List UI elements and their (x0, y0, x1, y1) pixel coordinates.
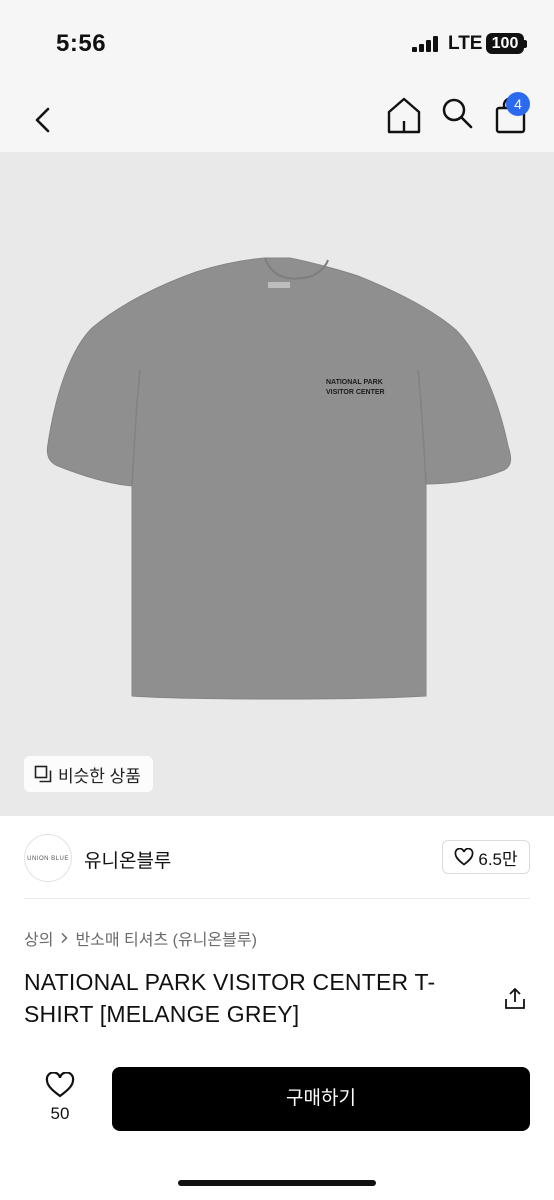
similar-products-button[interactable]: 비슷한 상품 (24, 756, 153, 792)
nav-bar: 4 (0, 88, 554, 152)
share-icon[interactable] (504, 986, 526, 1010)
product-title: NATIONAL PARK VISITOR CENTER T-SHIRT [ME… (24, 969, 436, 1027)
chevron-right-icon (61, 932, 69, 944)
brand-row: UNION BLUE 유니온블루 6.5만 (0, 816, 554, 900)
home-indicator (178, 1180, 376, 1186)
heart-icon (454, 848, 474, 866)
breadcrumb: 상의 반소매 티셔츠 (유니온블루) (24, 926, 257, 950)
divider (24, 898, 530, 899)
product-detail-page: 5:56 LTE 100 4 NATIONAL PARK VISITOR CEN… (0, 0, 554, 1200)
copy-icon (34, 765, 52, 783)
tshirt-image: NATIONAL PARK VISITOR CENTER (46, 257, 512, 700)
wishlist-button[interactable]: 50 (40, 1070, 80, 1130)
search-icon[interactable] (440, 96, 474, 132)
battery-cap (524, 40, 527, 48)
network-label: LTE (448, 33, 483, 54)
brand-logo[interactable]: UNION BLUE (24, 834, 72, 882)
product-image[interactable]: NATIONAL PARK VISITOR CENTER 비슷한 상품 (0, 152, 554, 816)
brand-like-button[interactable]: 6.5만 (442, 840, 530, 874)
status-time: 5:56 (56, 30, 107, 57)
home-icon[interactable] (386, 95, 422, 135)
back-icon[interactable] (28, 98, 58, 142)
signal-icon (412, 36, 442, 52)
wishlist-count: 50 (50, 1104, 70, 1123)
breadcrumb-subcategory[interactable]: 반소매 티셔츠 (유니온블루) (75, 926, 256, 950)
shirt-print-line1: NATIONAL PARK (326, 379, 383, 386)
cart-count-badge: 4 (506, 92, 530, 116)
heart-icon (45, 1072, 75, 1098)
brand-like-count: 6.5만 (478, 849, 518, 869)
battery-icon: 100 (486, 33, 524, 54)
breadcrumb-category[interactable]: 상의 (24, 926, 53, 950)
buy-button[interactable]: 구매하기 (112, 1067, 530, 1131)
shirt-print-line2: VISITOR CENTER (326, 389, 385, 396)
brand-name[interactable]: 유니온블루 (84, 846, 171, 873)
status-bar: 5:56 LTE 100 (0, 0, 554, 88)
similar-products-label: 비슷한 상품 (58, 766, 141, 786)
